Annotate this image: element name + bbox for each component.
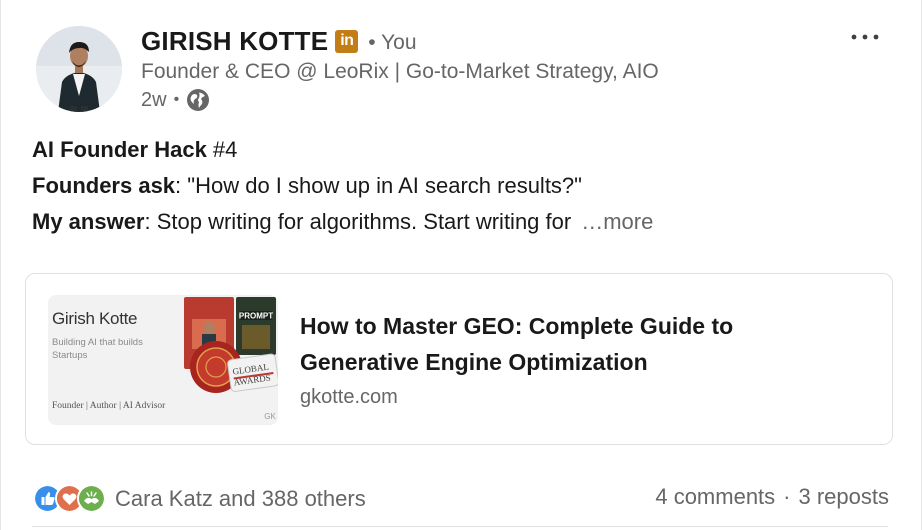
count-separator: · [783,484,791,509]
post-time: 2w [141,88,167,111]
linkedin-premium-icon: in [335,29,359,53]
post-meta: 2w • [141,87,210,113]
author-row: GIRISH KOTTE in • You [141,24,417,58]
social-counts: Cara Katz and 388 others 4 comments · 3 … [33,481,889,515]
post-line: AI Founder Hack #4 [32,132,653,168]
post-body: AI Founder Hack #4 Founders ask: "How do… [32,132,653,240]
meta-dot: • [173,91,180,108]
post-line: My answer: Stop writing for algorithms. … [32,204,653,240]
post-line-text: : "How do I show up in AI search results… [175,173,582,198]
post-line-heading: AI Founder Hack [32,137,207,162]
reposts-count-link[interactable]: 3 reposts [799,484,890,510]
thumbnail-footer: Founder | Author | AI Advisor [52,401,166,411]
link-title[interactable]: How to Master GEO: Complete Guide to Gen… [300,308,840,380]
thumbnail-tagline: Building AI that builds Startups [52,337,143,361]
post-options-button[interactable] [843,24,887,50]
post-line: Founders ask: "How do I show up in AI se… [32,168,653,204]
thumbnail-collage-image: PROMPT GLOBAL AWARDS GK [184,297,278,421]
link-domain: gkotte.com [300,386,398,408]
post-line-text: #4 [206,137,238,162]
globe-icon [186,88,210,112]
author-headline: Founder & CEO @ LeoRix | Go-to-Market St… [141,60,659,83]
avatar[interactable] [36,26,122,112]
divider [32,526,888,527]
thumbnail-name: Girish Kotte [52,309,138,328]
comments-count-link[interactable]: 4 comments [655,484,775,510]
link-thumbnail[interactable]: Girish Kotte Building AI that builds Sta… [48,295,278,425]
post-card: GIRISH KOTTE in • You Founder & CEO @ Le… [0,0,922,530]
post-line-heading: My answer [32,209,145,234]
see-more-link[interactable]: …more [581,209,653,234]
link-preview-card[interactable]: Girish Kotte Building AI that builds Sta… [25,273,893,445]
engagement-counts: 4 comments · 3 reposts [655,484,889,510]
svg-text:PROMPT: PROMPT [239,312,273,321]
post-line-text: : Stop writing for algorithms. Start wri… [144,209,572,234]
post-line-heading: Founders ask [32,173,176,198]
reactors-text[interactable]: Cara Katz and 388 others [115,486,366,512]
support-reaction-icon [77,484,106,513]
reactions-summary[interactable]: Cara Katz and 388 others [33,484,366,513]
relation-label: • You [368,31,417,54]
svg-text:GK: GK [264,412,276,421]
more-horizontal-icon [851,34,879,40]
author-name[interactable]: GIRISH KOTTE [141,26,328,57]
